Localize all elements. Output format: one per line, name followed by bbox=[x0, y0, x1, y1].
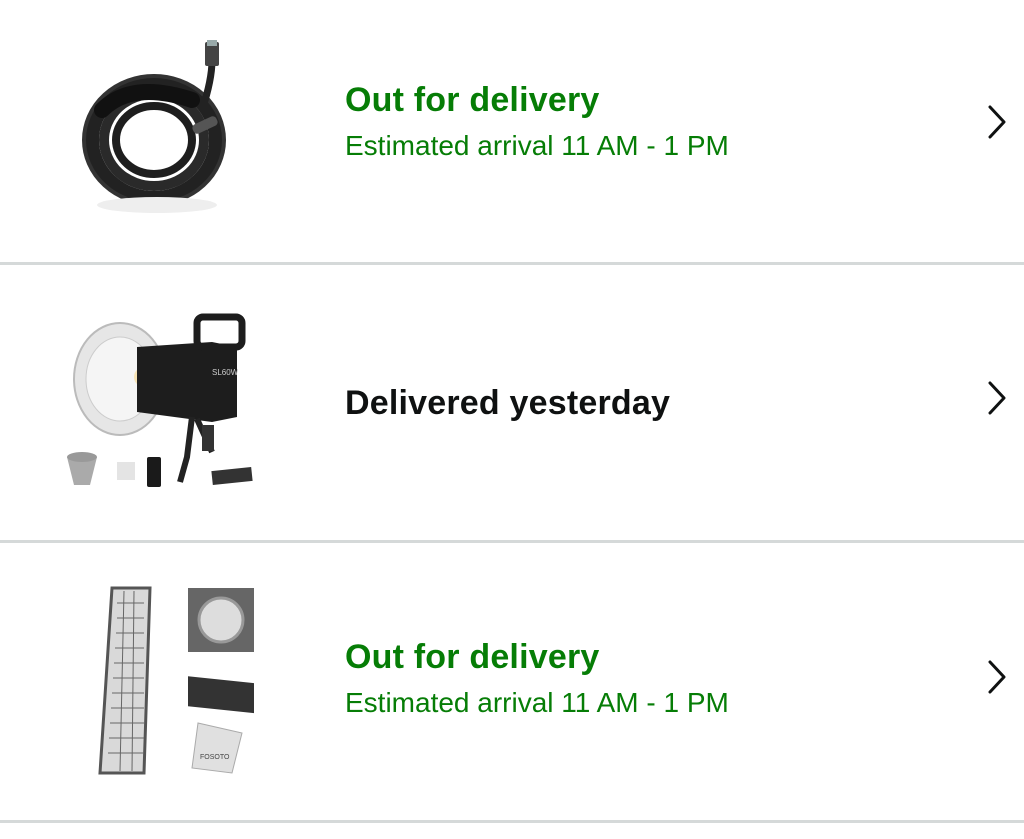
chevron-right-icon[interactable] bbox=[986, 380, 1008, 416]
studio-light-product-image: SL60W bbox=[62, 307, 268, 502]
order-eta: Estimated arrival 11 AM - 1 PM bbox=[345, 130, 729, 161]
order-status: Delivered yesterday bbox=[345, 384, 671, 422]
order-eta: Estimated arrival 11 AM - 1 PM bbox=[345, 687, 729, 718]
order-status: Out for delivery bbox=[345, 638, 600, 676]
order-info: Out for delivery Estimated arrival 11 AM… bbox=[345, 80, 924, 162]
chevron-right-icon[interactable] bbox=[986, 104, 1008, 140]
usb-cable-product-image bbox=[62, 40, 268, 225]
order-info: Out for delivery Estimated arrival 11 AM… bbox=[345, 637, 924, 719]
svg-text:SL60W: SL60W bbox=[212, 368, 239, 377]
order-row[interactable]: SL60W Delivered yesterday bbox=[0, 265, 1024, 543]
order-row[interactable]: Out for delivery Estimated arrival 11 AM… bbox=[0, 0, 1024, 265]
order-info: Delivered yesterday bbox=[345, 383, 924, 423]
softbox-product-image: FOSOTO bbox=[62, 583, 268, 778]
orders-list: Out for delivery Estimated arrival 11 AM… bbox=[0, 0, 1024, 839]
svg-text:FOSOTO: FOSOTO bbox=[200, 754, 230, 761]
order-row[interactable]: FOSOTO Out for delivery Estimated arriva… bbox=[0, 543, 1024, 823]
order-status: Out for delivery bbox=[345, 81, 600, 119]
chevron-right-icon[interactable] bbox=[986, 659, 1008, 695]
